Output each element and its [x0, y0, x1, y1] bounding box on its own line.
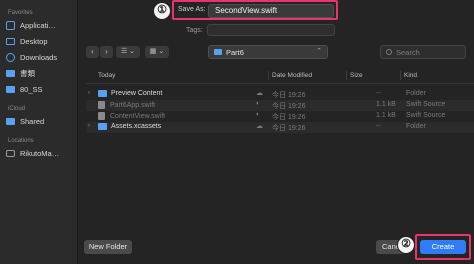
- row-size: 1.1 kB: [376, 101, 396, 108]
- sidebar-header-favorites: Favorites: [8, 10, 33, 16]
- annotation-highlight-save-as: [172, 0, 338, 20]
- table-row[interactable]: ContentView.swift ◐ 今日 19:26 1.1 kB Swif…: [86, 111, 474, 122]
- location-popup[interactable]: Part6 ⌃: [208, 45, 328, 59]
- sidebar-item-label: RikutoMa…: [20, 149, 60, 158]
- sidebar-item-shared[interactable]: Shared: [6, 115, 74, 128]
- applications-icon: [6, 21, 15, 30]
- sidebar-header-locations: Locations: [8, 138, 34, 144]
- sidebar-item-label: Applicati…: [20, 21, 56, 30]
- sidebar-item-label: 書類: [20, 69, 35, 78]
- folder-icon: [6, 70, 15, 77]
- row-name: ContentView.swift: [98, 112, 165, 120]
- sidebar-item-label: Desktop: [20, 37, 48, 46]
- folder-icon: [6, 86, 15, 93]
- chevron-right-icon[interactable]: ›: [88, 90, 90, 96]
- chevron-right-icon[interactable]: ›: [88, 123, 90, 129]
- tags-field[interactable]: [207, 24, 335, 36]
- folder-icon: [214, 49, 222, 55]
- drive-icon: [6, 150, 15, 157]
- search-field[interactable]: Search: [380, 45, 466, 59]
- column-header-kind[interactable]: Kind: [404, 72, 417, 79]
- search-placeholder: Search: [396, 47, 420, 57]
- swift-file-icon: [98, 112, 105, 120]
- table-row[interactable]: Part6App.swift ◐ 今日 19:26 1.1 kB Swift S…: [86, 100, 474, 111]
- downloads-icon: [6, 53, 15, 62]
- column-header-size[interactable]: Size: [350, 72, 363, 79]
- table-row[interactable]: › Preview Content ☁ 今日 19:26 -- Folder: [86, 89, 474, 100]
- sidebar: Favorites Applicati… Desktop Downloads 書…: [0, 0, 78, 264]
- row-size: 1.1 kB: [376, 112, 396, 119]
- header-divider: [86, 83, 474, 84]
- tags-label: Tags:: [186, 27, 203, 34]
- row-name-label: Preview Content: [111, 90, 163, 97]
- sidebar-item-drive[interactable]: RikutoMa…: [6, 147, 74, 160]
- folder-icon: [98, 123, 107, 130]
- row-name: Part6App.swift: [98, 101, 155, 109]
- row-name: Preview Content: [98, 90, 162, 97]
- row-name: Assets.xcassets: [98, 123, 161, 130]
- column-header-date[interactable]: Date Modified: [272, 72, 312, 79]
- desktop-icon: [6, 38, 15, 45]
- list-view-button[interactable]: ☰ ⌄: [116, 46, 140, 58]
- row-size: --: [376, 90, 381, 97]
- row-size: --: [376, 123, 381, 130]
- column-divider[interactable]: [400, 71, 401, 80]
- cloud-icon: ◐: [256, 111, 261, 118]
- cloud-icon: ☁: [256, 90, 263, 97]
- row-kind: Folder: [406, 123, 426, 130]
- column-divider[interactable]: [346, 71, 347, 80]
- forward-button[interactable]: ›: [100, 46, 113, 58]
- grid-view-button[interactable]: ▦ ⌄: [145, 46, 169, 58]
- row-date: 今日 19:26: [272, 114, 306, 121]
- new-folder-button[interactable]: New Folder: [84, 240, 132, 254]
- table-row[interactable]: › Assets.xcassets ☁ 今日 19:26 -- Folder: [86, 122, 474, 133]
- back-button[interactable]: ‹: [86, 46, 99, 58]
- cloud-icon: ☁: [256, 123, 263, 130]
- swift-file-icon: [98, 101, 105, 109]
- row-kind: Swift Source: [406, 112, 446, 119]
- cloud-icon: ◐: [256, 100, 261, 107]
- location-label: Part6: [226, 47, 244, 57]
- folder-icon: [98, 90, 107, 97]
- sidebar-item-label: 80_SS: [20, 85, 43, 94]
- row-kind: Swift Source: [406, 101, 446, 108]
- row-name-label: Part6App.swift: [110, 101, 156, 109]
- sidebar-item-applications[interactable]: Applicati…: [6, 19, 74, 32]
- annotation-badge-2: ②: [397, 236, 415, 254]
- sidebar-item-80-ss[interactable]: 80_SS: [6, 83, 74, 96]
- column-divider[interactable]: [268, 71, 269, 80]
- annotation-badge-1: ①: [153, 2, 171, 20]
- sidebar-item-downloads[interactable]: Downloads: [6, 51, 74, 64]
- row-name-label: Assets.xcassets: [111, 123, 162, 130]
- row-date: 今日 19:26: [272, 103, 306, 110]
- annotation-highlight-create: [415, 234, 471, 260]
- shared-folder-icon: [6, 118, 15, 125]
- search-icon: [386, 49, 392, 55]
- chevron-updown-icon: ⌃: [316, 48, 322, 55]
- column-header-name[interactable]: Today: [98, 72, 115, 79]
- sidebar-item-documents[interactable]: 書類: [6, 67, 74, 80]
- sidebar-item-desktop[interactable]: Desktop: [6, 35, 74, 48]
- row-name-label: ContentView.swift: [110, 112, 166, 120]
- row-date: 今日 19:26: [272, 125, 306, 132]
- sidebar-item-label: Downloads: [20, 53, 58, 62]
- sidebar-item-label: Shared: [20, 117, 45, 126]
- row-date: 今日 19:26: [272, 92, 306, 99]
- sidebar-header-icloud: iCloud: [8, 106, 26, 112]
- row-kind: Folder: [406, 90, 426, 97]
